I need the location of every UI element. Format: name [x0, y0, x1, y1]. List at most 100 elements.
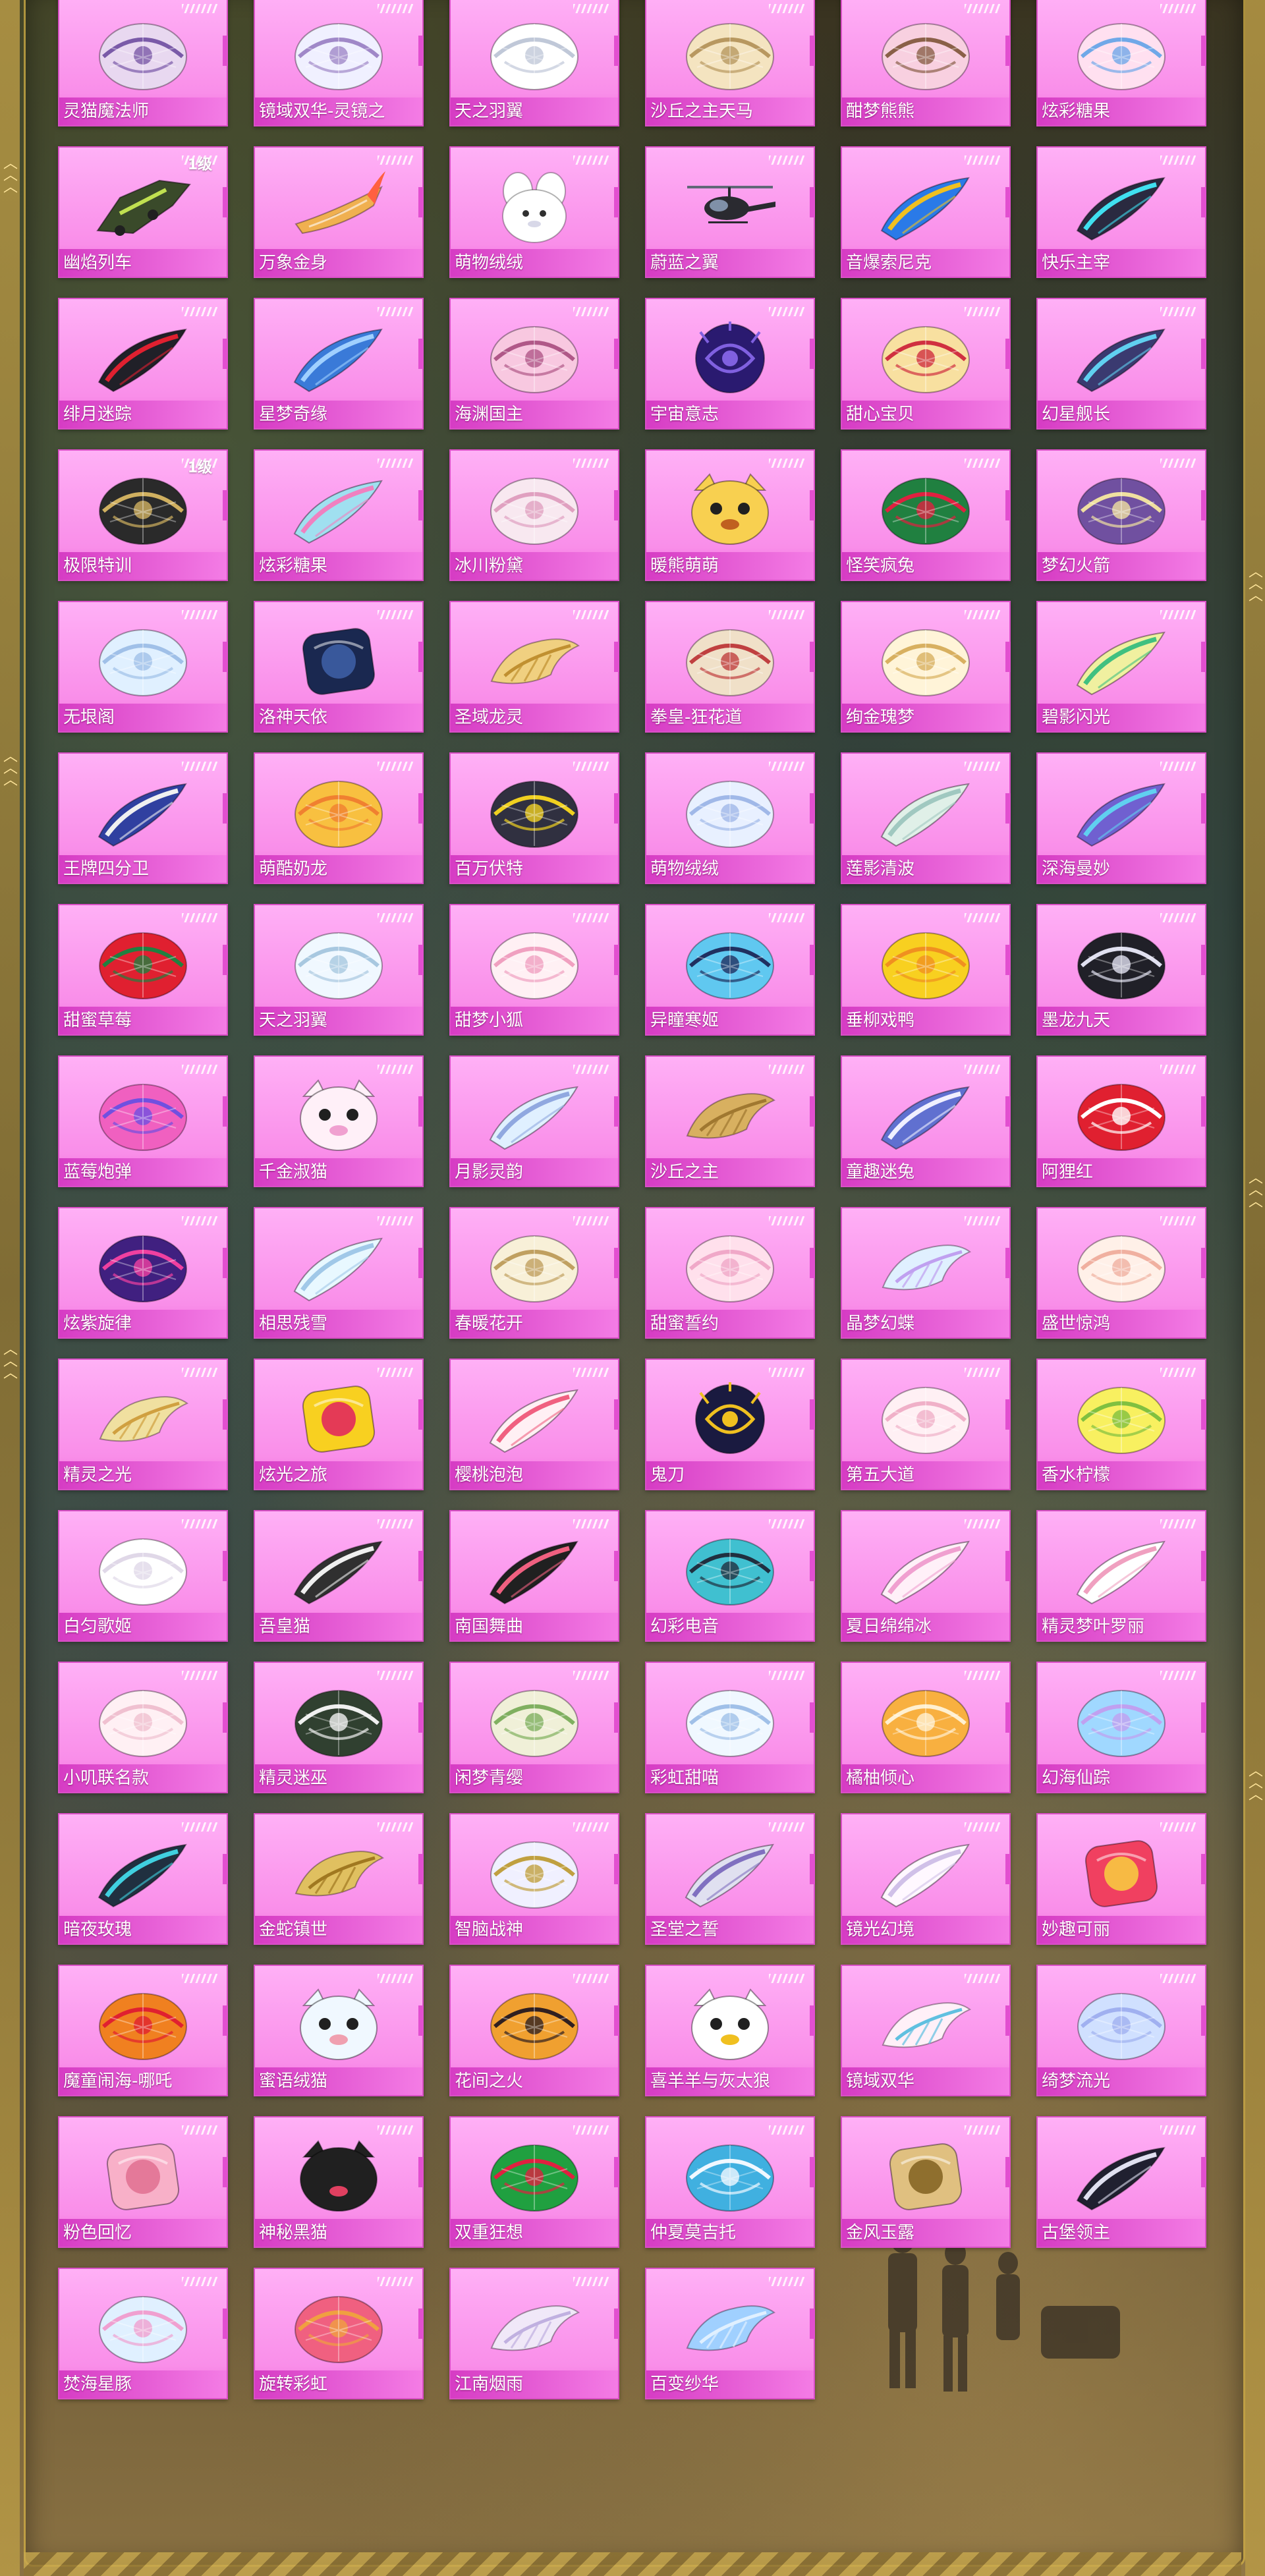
item-card[interactable]: 香水柠檬	[1036, 1358, 1206, 1490]
item-card[interactable]: 绯月迷踪	[58, 298, 228, 430]
item-card[interactable]: 炫光之旅	[254, 1358, 424, 1490]
item-card[interactable]: 小叽联名款	[58, 1662, 228, 1793]
item-card[interactable]: 1级 极限特训	[58, 449, 228, 581]
item-card[interactable]: 神秘黑猫	[254, 2116, 424, 2248]
item-card[interactable]: 金蛇镇世	[254, 1813, 424, 1945]
item-card[interactable]: 莲影清波	[841, 752, 1011, 884]
item-card[interactable]: 魔童闹海-哪吒	[58, 1965, 228, 2096]
item-card[interactable]: 镜域双华-灵镜之	[254, 0, 424, 126]
item-card[interactable]: 鬼刀	[645, 1358, 815, 1490]
item-card[interactable]: 甜梦小狐	[449, 904, 619, 1036]
item-card[interactable]: 百万伏特	[449, 752, 619, 884]
item-card[interactable]: 蜜语绒猫	[254, 1965, 424, 2096]
item-name: 旋转彩虹	[255, 2370, 422, 2398]
item-card[interactable]: 炫彩糖果	[254, 449, 424, 581]
item-card[interactable]: 圣堂之誓	[645, 1813, 815, 1945]
item-card[interactable]: 冰川粉黛	[449, 449, 619, 581]
item-card[interactable]: 妙趣可丽	[1036, 1813, 1206, 1945]
item-card[interactable]: 圣域龙灵	[449, 601, 619, 733]
item-card[interactable]: 夏日绵绵冰	[841, 1510, 1011, 1642]
item-card[interactable]: 绚金瑰梦	[841, 601, 1011, 733]
item-card[interactable]: 无垠阁	[58, 601, 228, 733]
item-card[interactable]: 晶梦幻蝶	[841, 1207, 1011, 1339]
item-card[interactable]: 暗夜玫瑰	[58, 1813, 228, 1945]
item-card[interactable]: 镜域双华	[841, 1965, 1011, 2096]
item-card[interactable]: 彩虹甜喵	[645, 1662, 815, 1793]
item-card[interactable]: 春暖花开	[449, 1207, 619, 1339]
item-card[interactable]: 喜羊羊与灰太狼	[645, 1965, 815, 2096]
item-card[interactable]: 酣梦熊熊	[841, 0, 1011, 126]
item-card[interactable]: 拳皇-狂花道	[645, 601, 815, 733]
item-card[interactable]: 吾皇猫	[254, 1510, 424, 1642]
item-card[interactable]: 海渊国主	[449, 298, 619, 430]
item-card[interactable]: 绮梦流光	[1036, 1965, 1206, 2096]
item-card[interactable]: 花间之火	[449, 1965, 619, 2096]
card-side-tab	[1005, 187, 1011, 217]
item-card[interactable]: 双重狂想	[449, 2116, 619, 2248]
item-card[interactable]: 萌酷奶龙	[254, 752, 424, 884]
item-card[interactable]: 梦幻火箭	[1036, 449, 1206, 581]
item-name: 星梦奇缘	[255, 401, 422, 428]
card-side-tab	[614, 339, 619, 369]
item-card[interactable]: 南国舞曲	[449, 1510, 619, 1642]
item-card[interactable]: 天之羽翼	[449, 0, 619, 126]
item-card[interactable]: 千金淑猫	[254, 1055, 424, 1187]
item-card[interactable]: 暖熊萌萌	[645, 449, 815, 581]
item-card[interactable]: 粉色回忆	[58, 2116, 228, 2248]
card-stripe-decor	[378, 155, 413, 165]
item-card[interactable]: 甜心宝贝	[841, 298, 1011, 430]
item-image	[876, 1228, 975, 1307]
item-card[interactable]: 深海曼妙	[1036, 752, 1206, 884]
item-card[interactable]: 异瞳寒姬	[645, 904, 815, 1036]
item-card[interactable]: 闲梦青缨	[449, 1662, 619, 1793]
item-card[interactable]: 阿狸红	[1036, 1055, 1206, 1187]
item-card[interactable]: 旋转彩虹	[254, 2268, 424, 2399]
item-card[interactable]: 古堡领主	[1036, 2116, 1206, 2248]
item-card[interactable]: 焚海星豚	[58, 2268, 228, 2399]
item-card[interactable]: 墨龙九天	[1036, 904, 1206, 1036]
item-card[interactable]: 王牌四分卫	[58, 752, 228, 884]
item-card[interactable]: 幻星舰长	[1036, 298, 1206, 430]
item-card[interactable]: 沙丘之主天马	[645, 0, 815, 126]
item-card[interactable]: 精灵梦叶罗丽	[1036, 1510, 1206, 1642]
item-card[interactable]: 橘柚倾心	[841, 1662, 1011, 1793]
item-card[interactable]: 快乐主宰	[1036, 146, 1206, 278]
item-card[interactable]: 沙丘之主	[645, 1055, 815, 1187]
item-card[interactable]: 垂柳戏鸭	[841, 904, 1011, 1036]
item-card[interactable]: 仲夏莫吉托	[645, 2116, 815, 2248]
item-card[interactable]: 1级 幽焰列车	[58, 146, 228, 278]
item-card[interactable]: 童趣迷兔	[841, 1055, 1011, 1187]
item-card[interactable]: 江南烟雨	[449, 2268, 619, 2399]
item-card[interactable]: 洛神天依	[254, 601, 424, 733]
item-card[interactable]: 音爆索尼克	[841, 146, 1011, 278]
item-card[interactable]: 蓝莓炮弹	[58, 1055, 228, 1187]
item-card[interactable]: 精灵迷巫	[254, 1662, 424, 1793]
item-card[interactable]: 碧影闪光	[1036, 601, 1206, 733]
item-card[interactable]: 白匀歌姬	[58, 1510, 228, 1642]
item-card[interactable]: 萌物绒绒	[645, 752, 815, 884]
item-card[interactable]: 百变纱华	[645, 2268, 815, 2399]
item-card[interactable]: 月影灵韵	[449, 1055, 619, 1187]
item-card[interactable]: 炫彩糖果	[1036, 0, 1206, 126]
item-card[interactable]: 炫紫旋律	[58, 1207, 228, 1339]
item-card[interactable]: 宇宙意志	[645, 298, 815, 430]
item-card[interactable]: 萌物绒绒	[449, 146, 619, 278]
item-card[interactable]: 幻彩电音	[645, 1510, 815, 1642]
item-card[interactable]: 第五大道	[841, 1358, 1011, 1490]
item-card[interactable]: 盛世惊鸿	[1036, 1207, 1206, 1339]
item-card[interactable]: 甜蜜草莓	[58, 904, 228, 1036]
item-card[interactable]: 幻海仙踪	[1036, 1662, 1206, 1793]
item-card[interactable]: 天之羽翼	[254, 904, 424, 1036]
item-card[interactable]: 万象金身	[254, 146, 424, 278]
item-card[interactable]: 灵猫魔法师	[58, 0, 228, 126]
item-card[interactable]: 相思残雪	[254, 1207, 424, 1339]
item-card[interactable]: 精灵之光	[58, 1358, 228, 1490]
item-card[interactable]: 星梦奇缘	[254, 298, 424, 430]
item-card[interactable]: 金风玉露	[841, 2116, 1011, 2248]
item-card[interactable]: 樱桃泡泡	[449, 1358, 619, 1490]
item-card[interactable]: 智脑战神	[449, 1813, 619, 1945]
item-card[interactable]: 怪笑疯兔	[841, 449, 1011, 581]
item-card[interactable]: 镜光幻境	[841, 1813, 1011, 1945]
item-card[interactable]: 蔚蓝之翼	[645, 146, 815, 278]
item-card[interactable]: 甜蜜誓约	[645, 1207, 815, 1339]
